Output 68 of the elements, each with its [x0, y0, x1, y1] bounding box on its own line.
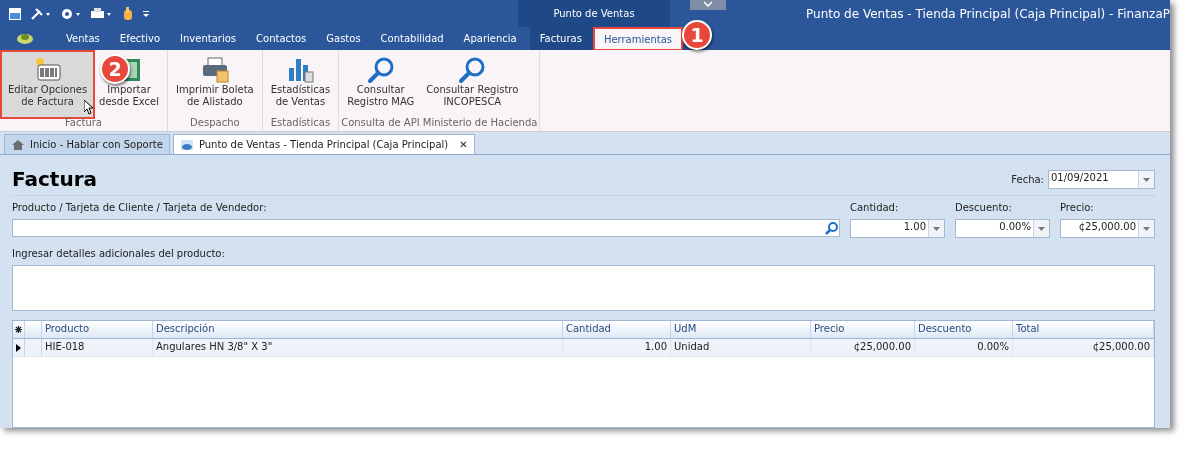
column-header[interactable]: Descripción: [153, 321, 563, 338]
column-header[interactable]: Precio: [811, 321, 915, 338]
printer-icon[interactable]: [90, 6, 114, 21]
table-cell: HIE-018: [42, 339, 153, 356]
settings-icon[interactable]: [60, 6, 82, 21]
search-icon: [825, 221, 839, 235]
ribbon-tab[interactable]: Contabilidad: [370, 27, 454, 50]
context-group-label: Punto de Ventas: [553, 8, 635, 19]
app-icon[interactable]: [8, 6, 22, 21]
window-title: Punto de Ventas - Tienda Principal (Caja Principal) - FinanzaP: [806, 6, 1170, 21]
table-cell: Angulares HN 3/8" X 3": [153, 339, 563, 356]
field-label: Ingresar detalles adicionales del producto:: [12, 248, 226, 259]
table-cell: ¢25,000.00: [811, 339, 915, 356]
column-header[interactable]: Total: [1013, 321, 1154, 338]
ribbon-tab[interactable]: Ventas: [56, 27, 110, 50]
date-field[interactable]: 01/09/2021: [1048, 170, 1155, 189]
ribbon-tab[interactable]: Gastos: [316, 27, 371, 50]
column-header[interactable]: Descuento: [915, 321, 1013, 338]
dropdown-icon: [1143, 226, 1150, 231]
column-header[interactable]: UdM: [671, 321, 811, 338]
field-label: Cantidad:: [850, 202, 900, 213]
document-tab[interactable]: Inicio - Hablar con Soporte: [4, 134, 170, 154]
table-cell: 0.00%: [915, 339, 1013, 356]
details-field[interactable]: [12, 265, 1155, 311]
field-label: Producto / Tarjeta de Cliente / Tarjeta de Vendedor:: [12, 202, 268, 213]
row-pointer-icon: [16, 343, 21, 352]
ribbon-button[interactable]: Estadísticas de Ventas: [264, 52, 337, 117]
ribbon-tab[interactable]: Inventarios: [170, 27, 247, 50]
field-label: Precio:: [1060, 202, 1095, 213]
price-field[interactable]: ¢25,000.00: [1060, 219, 1155, 238]
ribbon-group-label: Despacho: [189, 117, 241, 130]
dropdown-icon: [1143, 177, 1150, 182]
discount-field[interactable]: 0.00%: [955, 219, 1050, 238]
ribbon-tab[interactable]: Efectivo: [109, 27, 171, 50]
column-header[interactable]: Cantidad: [563, 321, 671, 338]
file-menu-icon[interactable]: [16, 32, 34, 44]
ribbon-button[interactable]: Consultar Registro MAG: [341, 52, 421, 117]
hand-icon[interactable]: [122, 6, 134, 21]
field-label: Descuento:: [955, 202, 1013, 213]
table-cell: 1.00: [563, 339, 671, 356]
ribbon-group-label: Estadísticas: [269, 117, 332, 130]
ribbon-button[interactable]: Editar Opciones de Factura: [2, 52, 94, 117]
search-icon: [365, 56, 396, 84]
document-tab[interactable]: Punto de Ventas - Tienda Principal (Caja Principal) ✕: [172, 134, 475, 154]
chevron-icon[interactable]: [702, 0, 714, 8]
table-cell: Unidad: [671, 339, 811, 356]
product-field[interactable]: [12, 219, 840, 237]
ribbon-tab[interactable]: Facturas: [529, 27, 592, 50]
close-icon[interactable]: ✕: [459, 139, 468, 150]
dropdown-icon: [1038, 226, 1045, 231]
tools-icon[interactable]: [30, 6, 52, 21]
quantity-field[interactable]: 1.00: [850, 219, 945, 238]
dropdown-icon: [933, 226, 940, 231]
date-label: Fecha:: [1011, 174, 1044, 185]
ribbon-tab[interactable]: Contactos: [246, 27, 317, 50]
ribbon-group-label: Factura: [64, 117, 103, 130]
ribbon-tab[interactable]: Apariencia: [453, 27, 527, 50]
table-cell: ¢25,000.00: [1013, 339, 1154, 356]
ribbon-group-label: Consulta de API Ministerio de Hacienda: [341, 117, 538, 130]
ribbon-tab[interactable]: Herramientas: [593, 28, 682, 50]
customize-icon[interactable]: [142, 8, 150, 19]
column-header[interactable]: Producto: [42, 321, 153, 338]
asterisk-icon: [15, 326, 22, 333]
form-title: Factura: [12, 167, 97, 193]
home-icon: [11, 138, 25, 151]
ribbon-button[interactable]: Consultar Registro INCOPESCA: [420, 52, 525, 117]
cursor-icon: [84, 100, 94, 115]
ribbon-button[interactable]: Imprimir Boleta de Alistado: [170, 52, 260, 117]
